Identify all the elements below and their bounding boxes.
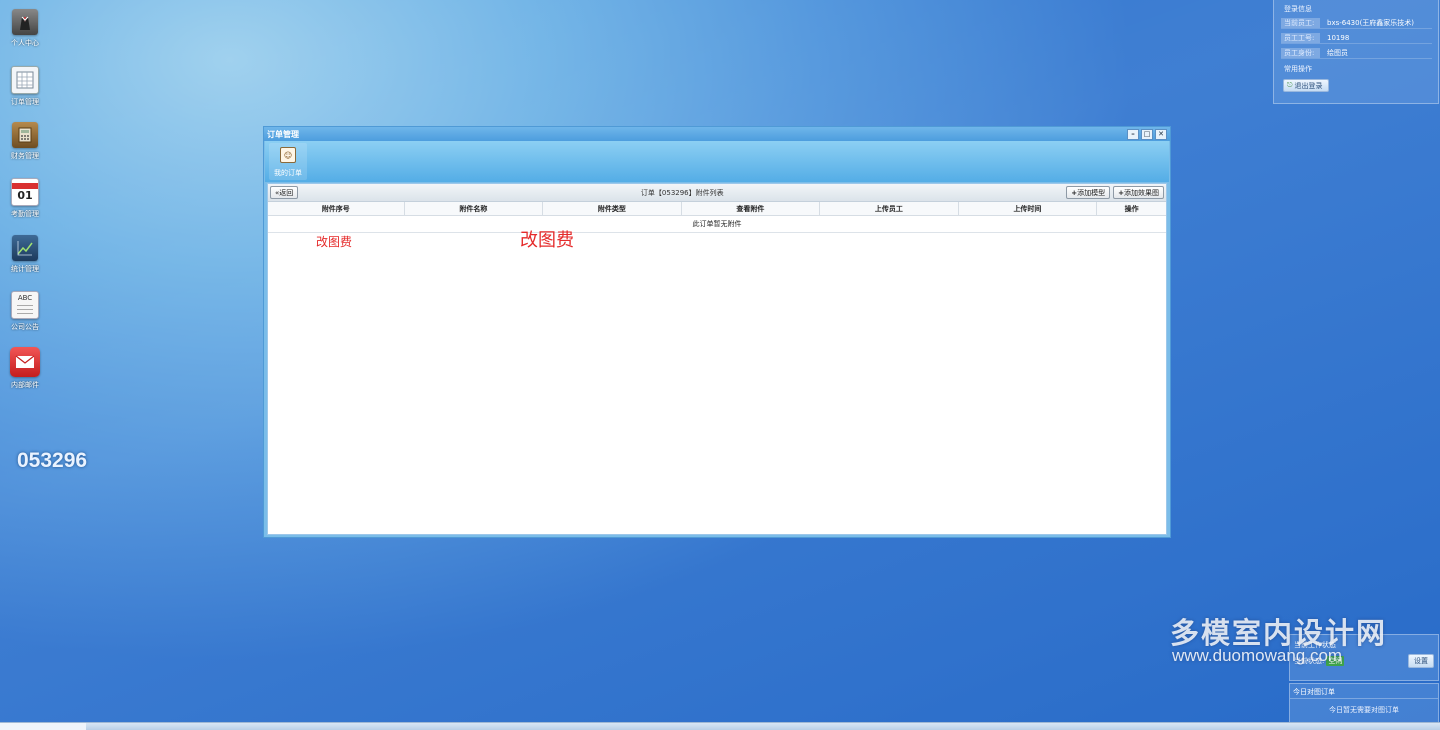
login-info-row: 员工工号: 10198 [1281,32,1432,44]
attachment-list-panel: « 返回 订单【053296】附件列表 + 添加模型 + 添加效果图 附件序号 … [267,183,1167,535]
login-info-panel: 登录信息 当前员工: bxs-6430(王府鑫家乐技术) 员工工号: 10198… [1273,0,1439,104]
order-management-window: 订单管理 – □ ✕ ☺ 我的订单 « 返回 订单【053296】附件列表 + … [263,126,1171,538]
login-info-value: 10198 [1327,33,1350,42]
add-render-button[interactable]: + 添加效果图 [1113,186,1164,199]
order-icon: ☺ [280,147,296,163]
logout-icon: ⎋ [1287,81,1293,89]
login-info-row: 当前员工: bxs-6430(王府鑫家乐技术) [1281,17,1432,29]
calendar-icon: 01 [11,178,39,206]
today-orders-message: 今日暂无需要对图订单 [1329,706,1399,714]
minimize-icon[interactable]: – [1127,128,1139,140]
order-number-overlay: 053296 [17,449,88,472]
column-header[interactable]: 操作 [1096,202,1166,216]
desktop-icon-label: 订单管理 [11,98,39,106]
list-toolbar: « 返回 订单【053296】附件列表 + 添加模型 + 添加效果图 [268,184,1166,202]
watermark-url: www.duomowang.com [1172,646,1343,665]
desktop-icon-label: 考勤管理 [11,210,39,218]
window-toolbar: ☺ 我的订单 [265,141,1169,182]
desktop-icon-personal-center[interactable]: 个人中心 [6,9,44,48]
desktop-icon-label: 个人中心 [11,39,39,47]
window-titlebar[interactable]: 订单管理 – □ ✕ [264,127,1170,141]
my-orders-label: 我的订单 [274,169,302,177]
red-annotation-large: 改图费 [520,230,574,251]
logout-label: 退出登录 [1294,81,1323,90]
abc-text: ABC [17,294,33,302]
desktop-icon-label: 内部邮件 [11,381,39,389]
mail-icon [10,347,40,377]
add-model-label: 添加模型 [1077,188,1106,197]
today-orders-title: 今日对图订单 [1290,684,1438,699]
desktop-icon-attendance[interactable]: 01 考勤管理 [6,178,44,219]
desktop-icon-finance[interactable]: 财务管理 [6,122,44,161]
window-title: 订单管理 [267,129,299,139]
desktop-icon-announcement[interactable]: ABC 公司公告 [6,291,44,332]
desktop-icon-statistics[interactable]: 统计管理 [6,235,44,274]
desktop-icon-label: 统计管理 [11,265,39,273]
add-render-label: 添加效果图 [1124,188,1159,197]
calendar-day-text: 01 [17,188,33,202]
login-info-title: 登录信息 [1284,5,1312,13]
add-model-button[interactable]: + 添加模型 [1066,186,1111,199]
logout-button[interactable]: ⎋ 退出登录 [1283,79,1329,92]
desktop-icon-label: 公司公告 [11,323,39,331]
chart-icon [12,235,38,261]
login-info-value: bxs-6430(王府鑫家乐技术) [1327,18,1415,27]
set-status-button[interactable]: 设置 [1408,654,1434,668]
attachment-list-title: 订单【053296】附件列表 [640,188,724,197]
login-info-key: 员工身份: [1281,47,1320,58]
login-info-row: 员工身份: 绘图员 [1281,47,1432,59]
person-suit-icon [12,9,38,35]
spreadsheet-icon [11,66,39,94]
login-info-value: 绘图员 [1327,48,1348,57]
desktop-icon-internal-mail[interactable]: 内部邮件 [6,347,44,390]
maximize-icon[interactable]: □ [1141,128,1153,140]
column-header[interactable]: 附件序号 [268,202,405,216]
abc-document-icon: ABC [11,291,39,319]
login-info-key: 员工工号: [1281,32,1320,43]
red-annotation-small: 改图费 [316,235,353,249]
empty-message: 此订单暂无附件 [268,215,1166,233]
common-operations-title: 常用操作 [1284,65,1312,73]
column-header[interactable]: 查看附件 [681,202,821,216]
table-header-row: 附件序号 附件名称 附件类型 查看附件 上传员工 上传时间 操作 [268,202,1166,216]
desktop-icon-label: 财务管理 [11,152,39,160]
back-button[interactable]: « 返回 [270,186,299,199]
table-row: 此订单暂无附件 [268,215,1166,233]
column-header[interactable]: 附件名称 [404,202,544,216]
close-icon[interactable]: ✕ [1155,128,1167,140]
column-header[interactable]: 上传时间 [958,202,1098,216]
calculator-icon [12,122,38,148]
attachment-table: 附件序号 附件名称 附件类型 查看附件 上传员工 上传时间 操作 此订单暂无附件 [268,202,1166,233]
column-header[interactable]: 上传员工 [819,202,959,216]
column-header[interactable]: 附件类型 [542,202,682,216]
my-orders-button[interactable]: ☺ 我的订单 [269,143,307,180]
back-label: 返回 [279,188,294,197]
login-info-key: 当前员工: [1281,17,1320,28]
desktop-icon-order-management[interactable]: 订单管理 [6,66,44,107]
today-orders-panel: 今日对图订单 今日暂无需要对图订单 [1289,683,1439,725]
